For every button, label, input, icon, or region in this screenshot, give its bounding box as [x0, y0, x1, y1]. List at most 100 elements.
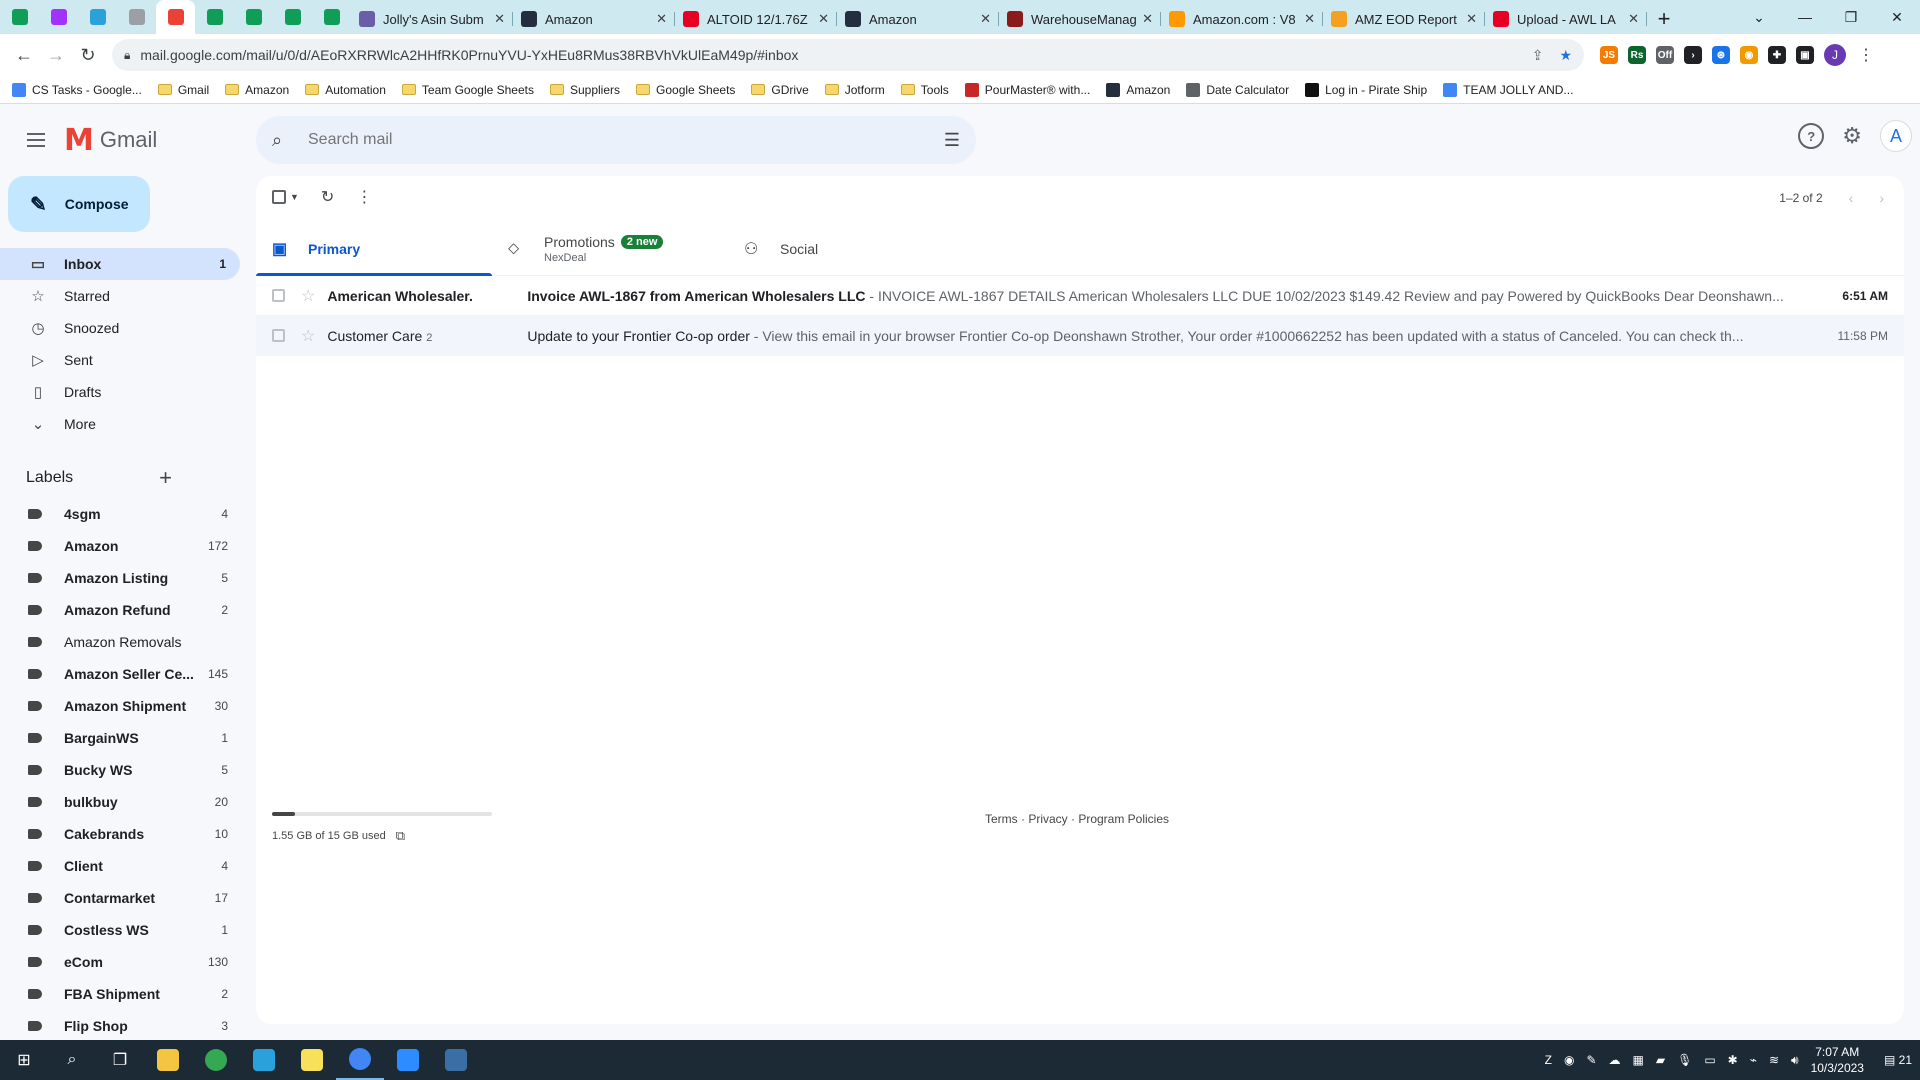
bookmark-item[interactable]: PourMaster® with...	[964, 82, 1090, 97]
pinned-tab[interactable]	[78, 0, 117, 34]
tab-close-icon[interactable]: ✕	[818, 11, 829, 27]
bookmark-item[interactable]: TEAM JOLLY AND...	[1443, 82, 1573, 97]
label-item[interactable]: Amazon Shipment 30	[0, 690, 240, 722]
settings-gear-icon[interactable]: ⚙	[1842, 123, 1862, 149]
tray-chrome-icon[interactable]: ◉	[1564, 1053, 1574, 1067]
sidebar-item-starred[interactable]: ☆ Starred	[0, 280, 240, 312]
refresh-icon[interactable]: ↻	[321, 187, 334, 207]
label-item[interactable]: Client 4	[0, 850, 240, 882]
pinned-tab[interactable]	[0, 0, 39, 34]
label-item[interactable]: eCom 130	[0, 946, 240, 978]
email-row[interactable]: ☆ Customer Care 2 Update to your Frontier C…	[256, 316, 1904, 356]
next-page-icon[interactable]: ›	[1879, 190, 1884, 206]
label-item[interactable]: Contarmarket 17	[0, 882, 240, 914]
browser-menu-icon[interactable]: ⋮	[1858, 45, 1874, 65]
browser-tab[interactable]: Jolly's Asin Subm ✕	[351, 4, 513, 34]
browser-tab[interactable]: Amazon ✕	[837, 4, 999, 34]
taskbar-app[interactable]	[288, 1040, 336, 1080]
label-item[interactable]: BargainWS 1	[0, 722, 240, 754]
bookmark-item[interactable]: Amazon	[1106, 82, 1170, 97]
compose-button[interactable]: ✎ Compose	[8, 176, 150, 232]
pinned-tab[interactable]	[156, 0, 195, 34]
label-item[interactable]: Amazon Removals	[0, 626, 240, 658]
star-icon[interactable]: ☆	[301, 326, 315, 346]
tab-close-icon[interactable]: ✕	[1142, 11, 1153, 27]
label-item[interactable]: bulkbuy 20	[0, 786, 240, 818]
browser-tab[interactable]: ALTOID 12/1.76Z ✕	[675, 4, 837, 34]
profile-avatar[interactable]: J	[1824, 44, 1846, 66]
tray-nvidia-icon[interactable]: ▰	[1656, 1053, 1665, 1067]
pinned-tab[interactable]	[273, 0, 312, 34]
bookmark-item[interactable]: Tools	[900, 83, 949, 97]
bookmark-star-icon[interactable]: ★	[1559, 47, 1572, 64]
taskbar-app[interactable]	[240, 1040, 288, 1080]
label-item[interactable]: Amazon Refund 2	[0, 594, 240, 626]
label-item[interactable]: Costless WS 1	[0, 914, 240, 946]
bookmark-item[interactable]: Suppliers	[549, 83, 620, 97]
label-item[interactable]: Amazon Seller Ce... 145	[0, 658, 240, 690]
address-bar[interactable]: 🔒︎ mail.google.com/mail/u/0/d/AEoRXRRWlc…	[112, 39, 1584, 71]
tab-close-icon[interactable]: ✕	[1628, 11, 1639, 27]
tab-close-icon[interactable]: ✕	[656, 11, 667, 27]
restore-button[interactable]: ❐	[1828, 9, 1874, 26]
sidebar-item-more[interactable]: ⌄ More	[0, 408, 240, 440]
main-menu-icon[interactable]	[12, 116, 60, 164]
label-item[interactable]: FBA Shipment 2	[0, 978, 240, 1010]
email-checkbox[interactable]	[272, 289, 285, 302]
browser-tab[interactable]: Upload - AWL LA ✕	[1485, 4, 1647, 34]
bookmark-item[interactable]: Automation	[305, 83, 386, 97]
tray-pen-icon[interactable]: ✎	[1586, 1053, 1596, 1067]
browser-tab[interactable]: Amazon.com : V8 ✕	[1161, 4, 1323, 34]
wifi-icon[interactable]: ≋	[1769, 1053, 1779, 1067]
taskbar-app[interactable]	[192, 1040, 240, 1080]
pinned-tab[interactable]	[39, 0, 78, 34]
select-all-checkbox[interactable]	[272, 190, 286, 204]
taskbar-app[interactable]	[144, 1040, 192, 1080]
label-item[interactable]: Amazon Listing 5	[0, 562, 240, 594]
tray-usb-icon[interactable]: ⌁	[1750, 1053, 1757, 1067]
reload-button[interactable]: ↻	[72, 39, 104, 71]
tray-display-icon[interactable]: ▭	[1704, 1053, 1715, 1067]
pinned-tab[interactable]	[117, 0, 156, 34]
bookmark-item[interactable]: GDrive	[751, 83, 809, 97]
bookmark-item[interactable]: Gmail	[157, 83, 209, 97]
notifications-icon[interactable]: ▤ 21	[1884, 1053, 1912, 1067]
browser-tab[interactable]: Amazon ✕	[513, 4, 675, 34]
tray-cloud-icon[interactable]: ☁	[1609, 1053, 1621, 1067]
share-icon[interactable]: ⇪	[1532, 47, 1544, 64]
task-view-icon[interactable]: ❐	[96, 1040, 144, 1080]
back-button[interactable]: ←	[8, 39, 40, 71]
extension-icon[interactable]: JS	[1600, 46, 1618, 64]
new-tab-button[interactable]: +	[1647, 4, 1681, 34]
label-item[interactable]: 4sgm 4	[0, 498, 240, 530]
extension-icon[interactable]: Off	[1656, 46, 1674, 64]
taskbar-app[interactable]	[336, 1040, 384, 1080]
search-input[interactable]	[308, 131, 944, 149]
tray-bluetooth-icon[interactable]: ✱	[1728, 1053, 1738, 1067]
forward-button[interactable]: →	[40, 39, 72, 71]
bookmark-item[interactable]: Team Google Sheets	[401, 83, 534, 97]
label-item[interactable]: Amazon 172	[0, 530, 240, 562]
search-icon[interactable]: ⌕	[272, 130, 296, 151]
taskbar-app[interactable]	[432, 1040, 480, 1080]
tray-zoom-icon[interactable]: Z	[1545, 1053, 1552, 1067]
email-row[interactable]: ☆ American Wholesaler. Invoice AWL-1867 fr…	[256, 276, 1904, 316]
bookmark-item[interactable]: Google Sheets	[636, 83, 735, 97]
label-item[interactable]: Cakebrands 10	[0, 818, 240, 850]
more-options-icon[interactable]: ⋮	[356, 187, 372, 207]
sidebar-item-drafts[interactable]: ▯ Drafts	[0, 376, 240, 408]
tray-microphone-icon[interactable]: 🎙︎	[1677, 1053, 1692, 1067]
bookmark-item[interactable]: Jotform	[824, 83, 885, 97]
bookmark-item[interactable]: CS Tasks - Google...	[12, 82, 142, 97]
windows-start-icon[interactable]: ⊞	[0, 1040, 48, 1080]
taskbar-app[interactable]	[384, 1040, 432, 1080]
url-text[interactable]: mail.google.com/mail/u/0/d/AEoRXRRWlcA2H…	[140, 47, 1531, 63]
volume-icon[interactable]: 🔊︎	[1791, 1053, 1799, 1068]
prev-page-icon[interactable]: ‹	[1849, 190, 1854, 206]
extension-icon[interactable]: ◉	[1740, 46, 1758, 64]
tab-close-icon[interactable]: ✕	[980, 11, 991, 27]
minimize-button[interactable]: —	[1782, 9, 1828, 25]
pinned-tab[interactable]	[234, 0, 273, 34]
extension-icon[interactable]: ▣	[1796, 46, 1814, 64]
taskbar-search-icon[interactable]: ⌕	[48, 1040, 96, 1080]
